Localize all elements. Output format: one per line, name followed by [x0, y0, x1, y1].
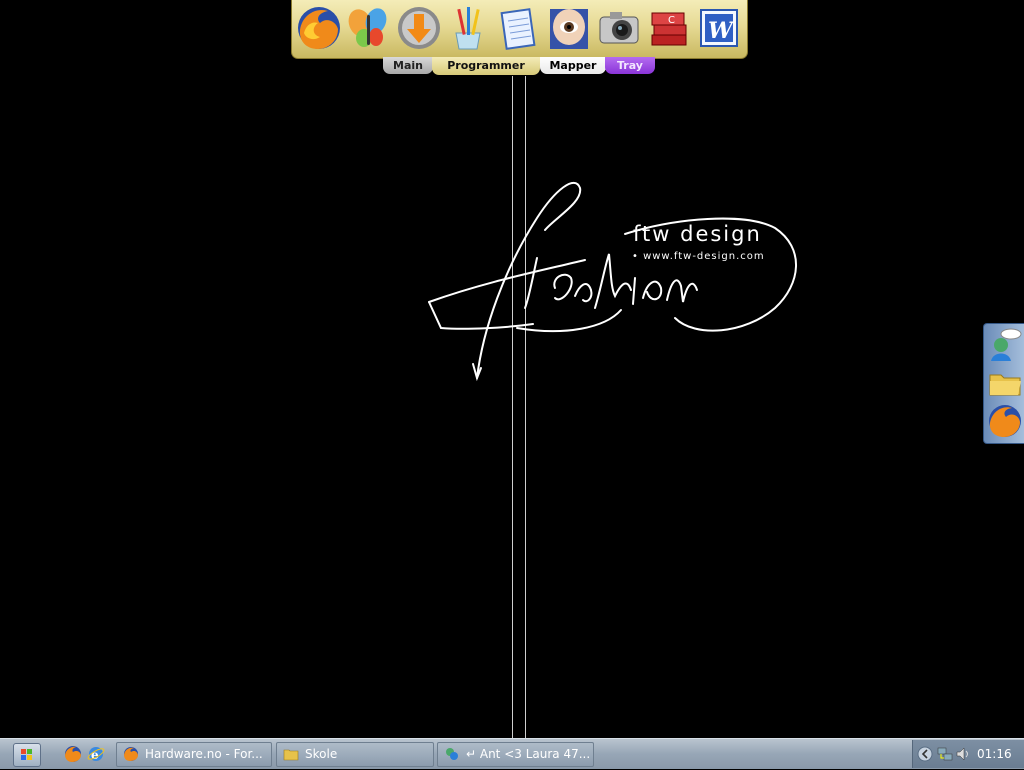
- taskbar: e Hardware.no - For... Skole ↵ Ant <3 La…: [0, 738, 1024, 769]
- msn-butterfly-icon[interactable]: [346, 5, 392, 51]
- side-dock: [983, 323, 1024, 444]
- brand-name: ftw design: [633, 222, 762, 246]
- tab-tray[interactable]: Tray: [605, 57, 655, 74]
- tray-expand-icon[interactable]: [917, 746, 933, 762]
- download-arrow-icon[interactable]: [396, 5, 442, 51]
- svg-text:C: C: [668, 15, 675, 26]
- folder-icon: [283, 746, 299, 762]
- wallpaper-line: [525, 76, 526, 738]
- network-icon[interactable]: [937, 746, 953, 762]
- book-stack-icon[interactable]: C: [646, 5, 692, 51]
- taskbar-button-label: ↵ Ant <3 Laura 47...: [466, 747, 591, 761]
- clock[interactable]: 01:16: [977, 740, 1012, 768]
- tab-main[interactable]: Main: [383, 57, 433, 74]
- taskbar-button-label: Hardware.no - For...: [145, 747, 263, 761]
- taskbar-button[interactable]: ↵ Ant <3 Laura 47...: [437, 742, 594, 767]
- firefox-icon: [123, 746, 139, 762]
- firefox-icon[interactable]: [296, 5, 342, 51]
- word-icon[interactable]: W: [696, 5, 742, 51]
- wallpaper-line: [512, 76, 513, 738]
- camera-icon[interactable]: [596, 5, 642, 51]
- svg-text:W: W: [708, 18, 735, 44]
- quicklaunch-firefox-icon[interactable]: [64, 745, 82, 763]
- start-button[interactable]: [13, 743, 41, 767]
- eye-viewer-icon[interactable]: [546, 5, 592, 51]
- taskbar-button[interactable]: Skole: [276, 742, 434, 767]
- folder-icon[interactable]: [987, 365, 1023, 401]
- tab-mapper[interactable]: Mapper: [540, 57, 606, 74]
- system-tray: 01:16: [912, 740, 1024, 768]
- notepad-icon[interactable]: [496, 5, 542, 51]
- tab-programmer[interactable]: Programmer: [432, 57, 540, 75]
- paint-brushes-icon[interactable]: [446, 5, 492, 51]
- firefox-icon[interactable]: [987, 403, 1023, 439]
- top-dock: C W: [291, 0, 748, 59]
- msn-icon: [444, 746, 460, 762]
- brand-url: • www.ftw-design.com: [632, 251, 765, 262]
- fashion-logo: [428, 181, 797, 382]
- windows-logo-icon: [21, 749, 32, 760]
- msn-messenger-icon[interactable]: [987, 327, 1023, 363]
- taskbar-button[interactable]: Hardware.no - For...: [116, 742, 272, 767]
- quicklaunch-ie-icon[interactable]: e: [87, 745, 105, 763]
- taskbar-button-label: Skole: [305, 747, 338, 761]
- desktop[interactable]: C W Main Programmer Mapper Tray ftw desi…: [0, 0, 1024, 738]
- volume-icon[interactable]: [955, 746, 971, 762]
